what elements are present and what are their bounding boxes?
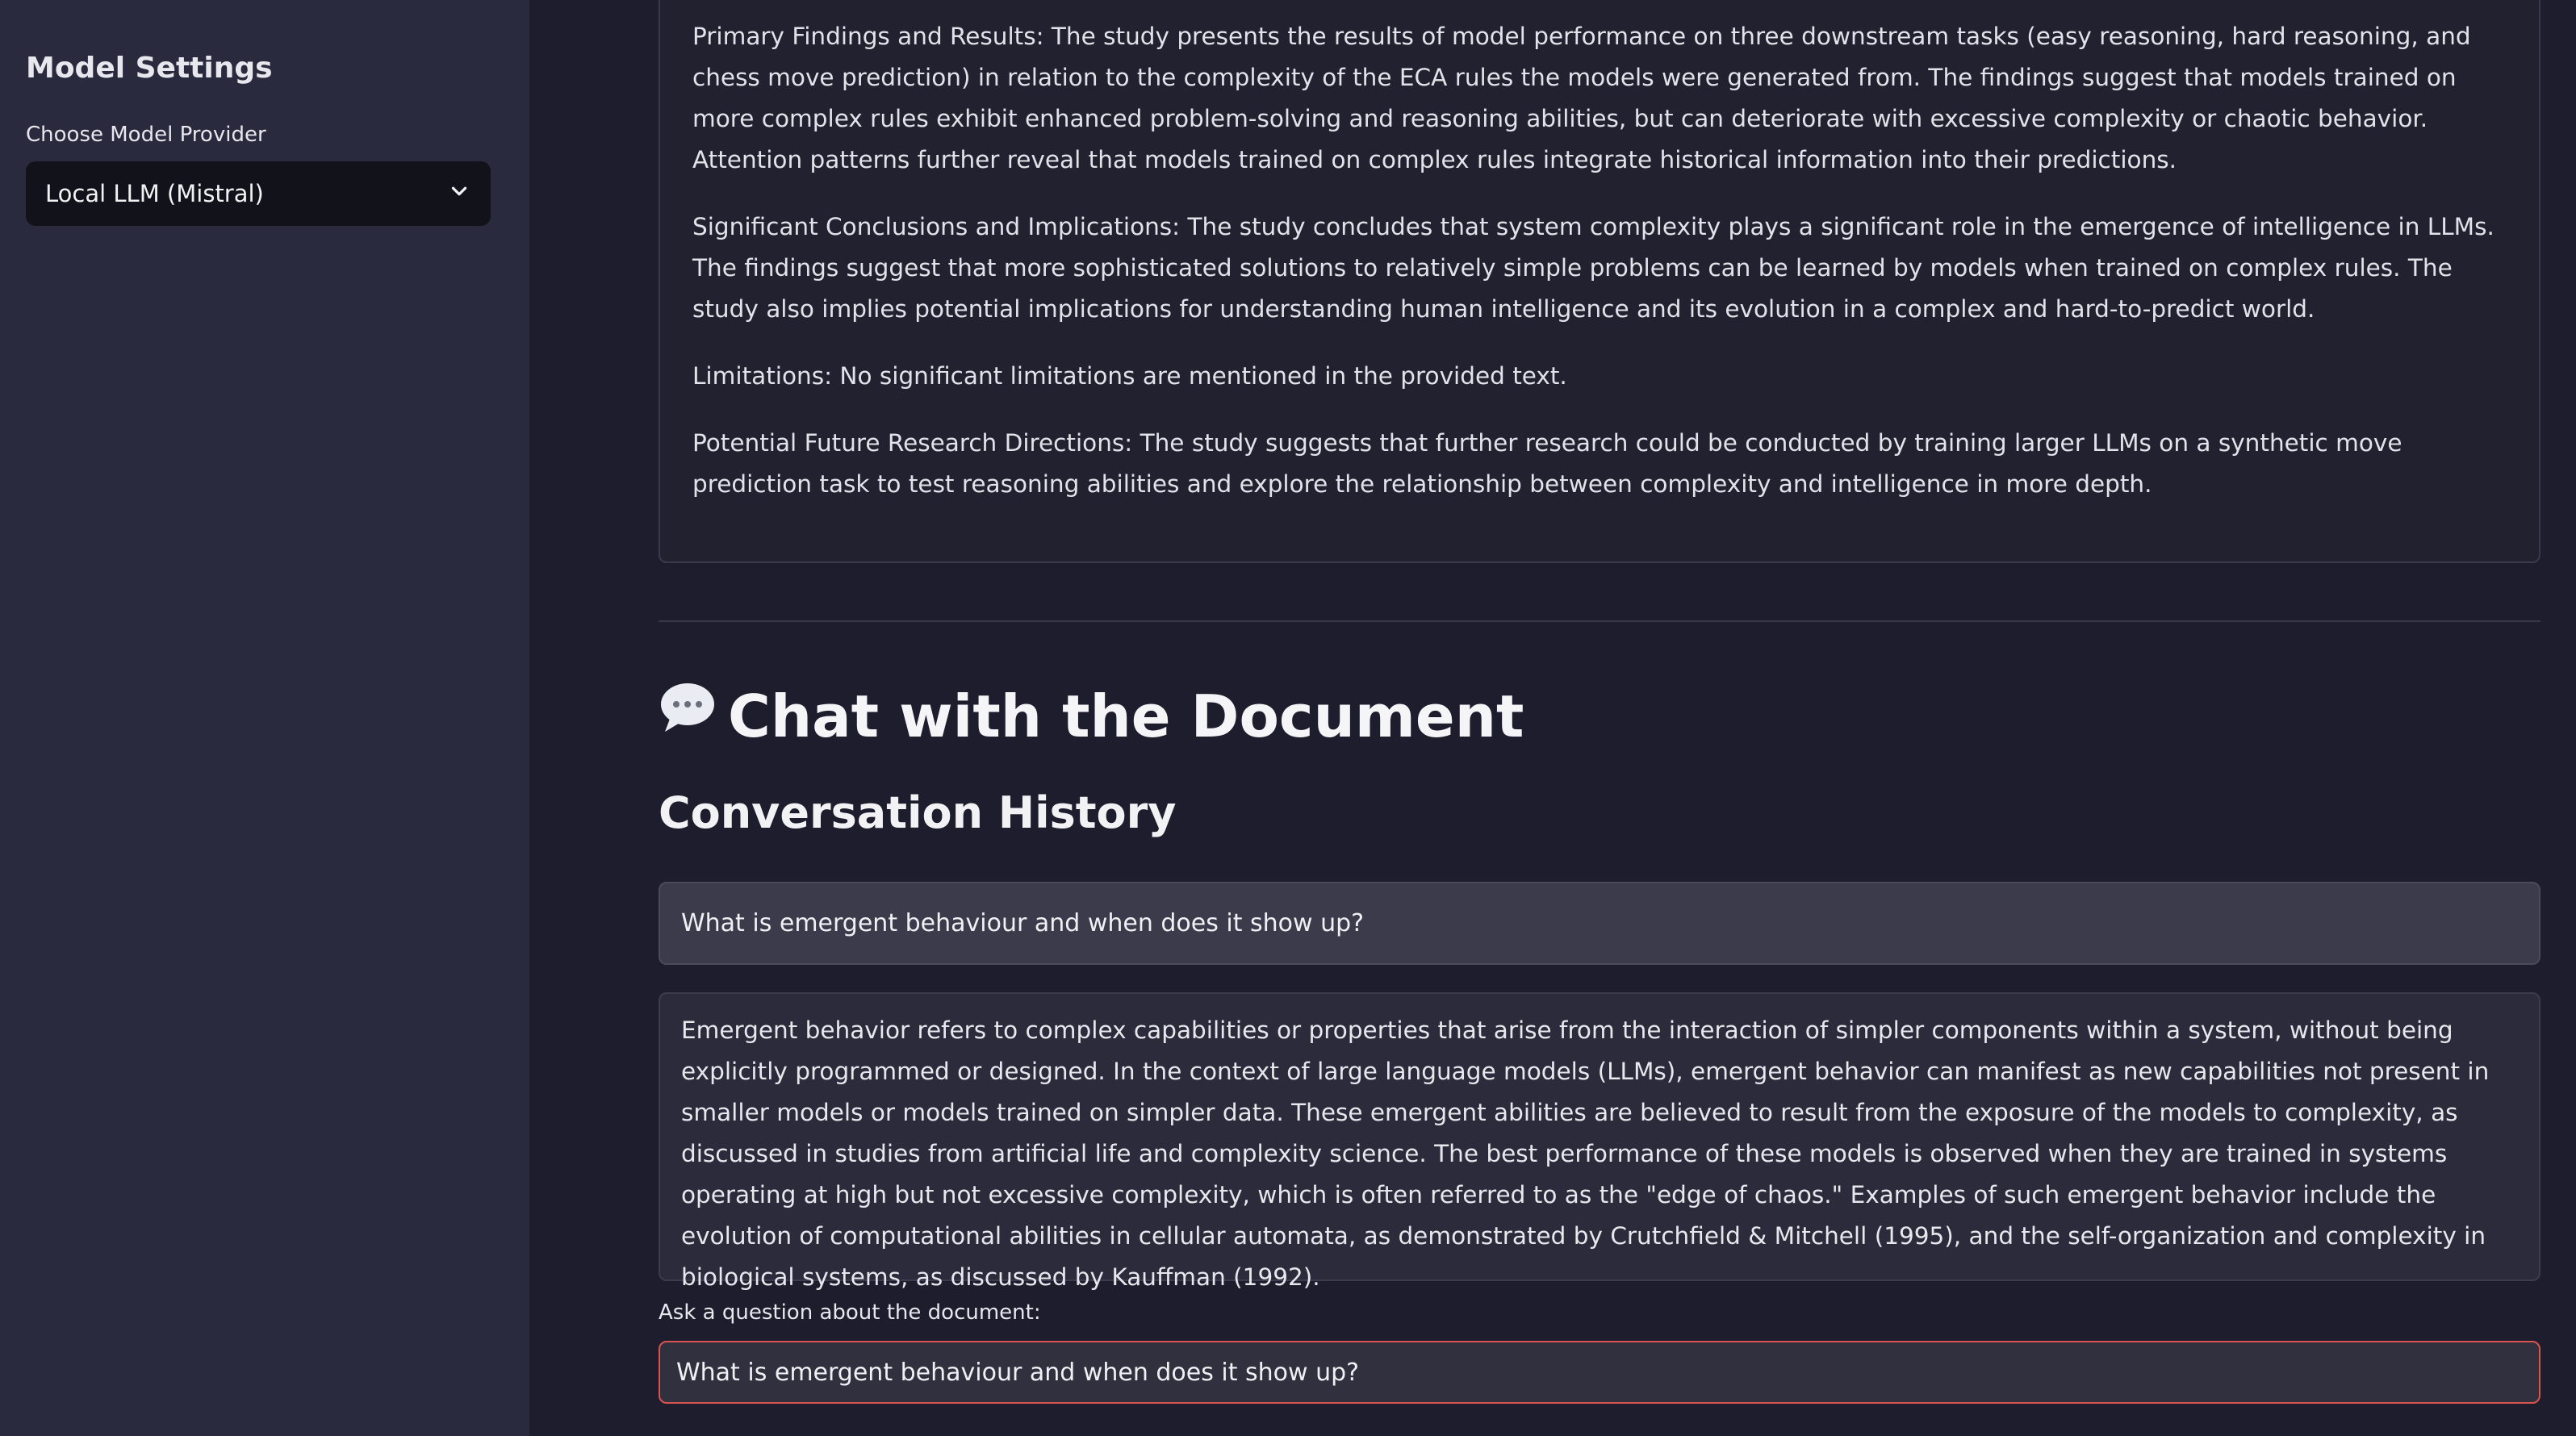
question-label: Ask a question about the document:	[659, 1300, 1041, 1325]
model-provider-select[interactable]: Local LLM (Mistral)	[26, 161, 491, 226]
summary-paragraph: Potential Future Research Directions: Th…	[692, 429, 2402, 498]
summary-box: Primary Findings and Results: The study …	[659, 0, 2540, 563]
model-provider-value: Local LLM (Mistral)	[45, 180, 264, 207]
provider-label: Choose Model Provider	[26, 123, 266, 147]
question-input[interactable]	[659, 1341, 2540, 1404]
main-content: Primary Findings and Results: The study …	[659, 0, 2540, 1436]
sidebar-title: Model Settings	[26, 52, 273, 85]
chat-header: Chat with the Document	[659, 678, 1524, 755]
chat-header-title: Chat with the Document	[728, 683, 1524, 750]
user-message: What is emergent behaviour and when does…	[659, 882, 2540, 965]
speech-bubble-icon	[659, 678, 717, 755]
assistant-message: Emergent behavior refers to complex capa…	[659, 992, 2540, 1291]
summary-paragraph: Limitations: No significant limitations …	[692, 362, 1567, 390]
sidebar: Model Settings Choose Model Provider Loc…	[0, 0, 529, 1436]
summary-paragraph: Significant Conclusions and Implications…	[692, 213, 2494, 323]
chevron-down-icon	[447, 179, 471, 209]
section-divider	[659, 620, 2540, 622]
conversation-history-title: Conversation History	[659, 787, 1177, 838]
summary-paragraph: Primary Findings and Results: The study …	[692, 23, 2471, 173]
